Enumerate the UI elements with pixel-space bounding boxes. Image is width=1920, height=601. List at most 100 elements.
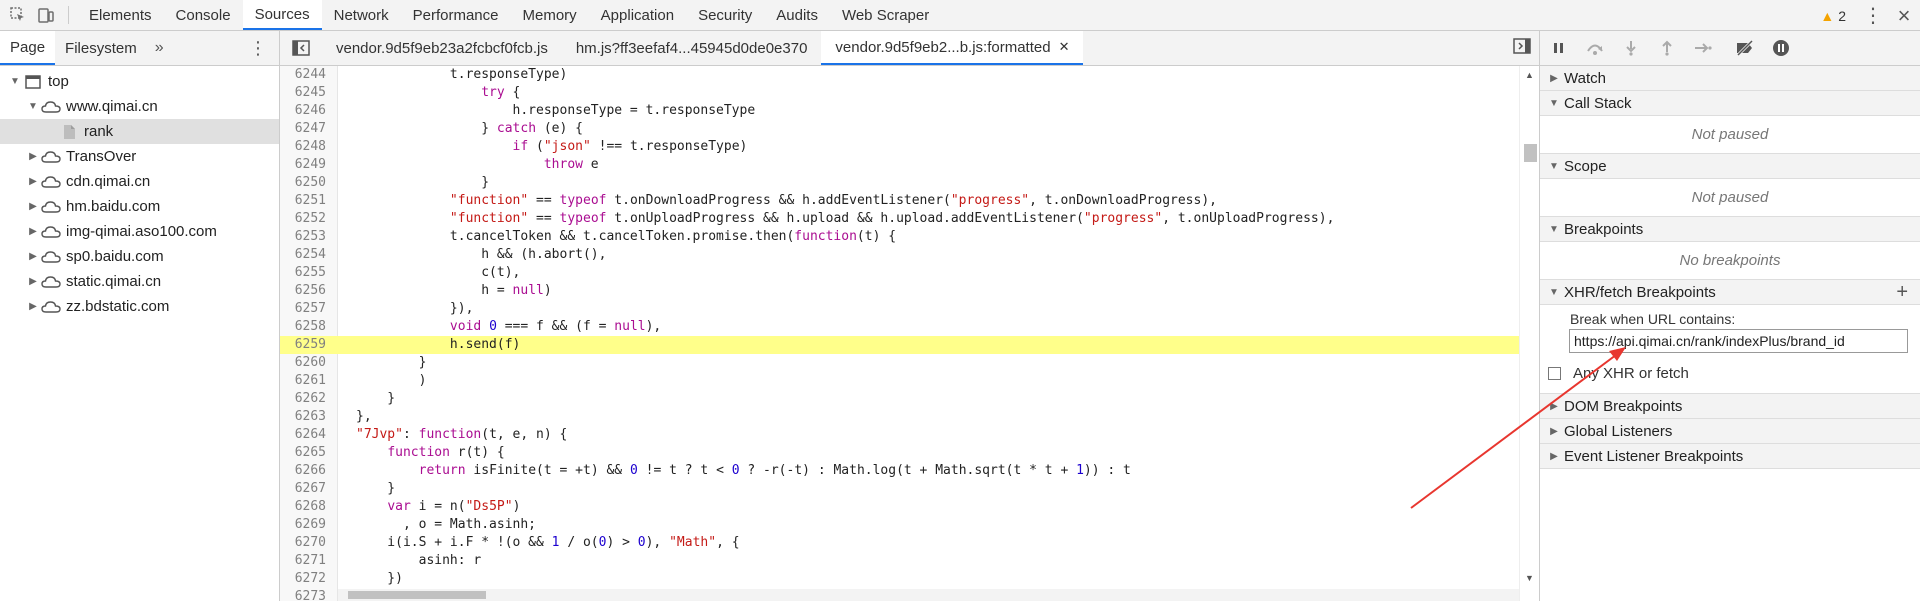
collapse-triangle-icon[interactable]: ▶ (26, 151, 40, 162)
editor-tab[interactable]: vendor.9d5f9eb23a2fcbcf0fcb.js (322, 31, 562, 65)
dom-breakpoints-section-header[interactable]: ▶ DOM Breakpoints (1540, 394, 1920, 419)
scope-section-header[interactable]: ▼ Scope (1540, 154, 1920, 179)
deactivate-breakpoints-icon[interactable] (1732, 35, 1758, 61)
event-listener-breakpoints-section-header[interactable]: ▶ Event Listener Breakpoints (1540, 444, 1920, 469)
step-into-icon[interactable] (1618, 35, 1644, 61)
line-number[interactable]: 6262 (280, 390, 332, 408)
any-xhr-checkbox[interactable] (1548, 366, 1561, 380)
tree-item[interactable]: ▶ img-qimai.aso100.com (0, 219, 279, 244)
line-number[interactable]: 6244 (280, 66, 332, 84)
tab-performance[interactable]: Performance (401, 0, 511, 30)
horizontal-scroll-thumb[interactable] (348, 591, 486, 599)
tab-console[interactable]: Console (164, 0, 243, 30)
collapse-triangle-icon[interactable]: ▶ (26, 201, 40, 212)
line-number[interactable]: 6266 (280, 462, 332, 480)
editor-tab-active[interactable]: vendor.9d5f9eb2...b.js:formatted ✕ (821, 31, 1084, 65)
line-number[interactable]: 6257 (280, 300, 332, 318)
editor-tab[interactable]: hm.js?ff3eefaf4...45945d0de0e370 (562, 31, 822, 65)
line-number[interactable]: 6260 (280, 354, 332, 372)
code-editor[interactable]: 6244 t.responseType) 6245 try {6246 h.res… (280, 66, 1539, 601)
tree-item[interactable]: ▶ cdn.qimai.cn (0, 169, 279, 194)
vertical-scrollbar[interactable]: ▲ ▼ (1519, 66, 1539, 601)
breakpoints-section-header[interactable]: ▼ Breakpoints (1540, 217, 1920, 242)
tree-item[interactable]: rank (0, 119, 279, 144)
line-number[interactable]: 6245 (280, 84, 332, 102)
more-options-icon[interactable]: ⋮ (1858, 6, 1888, 26)
line-number[interactable]: 6252 (280, 210, 332, 228)
tree-item[interactable]: ▶ hm.baidu.com (0, 194, 279, 219)
tab-network[interactable]: Network (322, 0, 401, 30)
line-number[interactable]: 6269 (280, 516, 332, 534)
device-toolbar-icon[interactable] (32, 0, 60, 30)
line-number[interactable]: 6258 (280, 318, 332, 336)
line-number[interactable]: 6270 (280, 534, 332, 552)
expand-triangle-icon[interactable]: ▼ (26, 101, 40, 112)
line-number[interactable]: 6265 (280, 444, 332, 462)
line-number[interactable]: 6256 (280, 282, 332, 300)
toggle-debugger-icon[interactable] (1513, 38, 1531, 58)
collapse-triangle-icon[interactable]: ▶ (26, 226, 40, 237)
line-number[interactable]: 6251 (280, 192, 332, 210)
line-number[interactable]: 6249 (280, 156, 332, 174)
step-icon[interactable] (1690, 35, 1716, 61)
pause-on-exceptions-icon[interactable] (1768, 35, 1794, 61)
close-tab-icon[interactable]: ✕ (1059, 39, 1070, 55)
collapse-triangle-icon[interactable]: ▶ (26, 251, 40, 262)
inspect-element-icon[interactable] (4, 0, 32, 30)
tab-audits[interactable]: Audits (764, 0, 830, 30)
tab-application[interactable]: Application (589, 0, 686, 30)
tree-item[interactable]: ▶ sp0.baidu.com (0, 244, 279, 269)
toggle-navigator-icon[interactable] (280, 31, 322, 65)
line-number[interactable]: 6247 (280, 120, 332, 138)
warnings-counter[interactable]: ▲ 2 (1820, 8, 1846, 24)
call-stack-section-header[interactable]: ▼ Call Stack (1540, 91, 1920, 116)
tab-page[interactable]: Page (0, 31, 56, 65)
line-number[interactable]: 6263 (280, 408, 332, 426)
tab-elements[interactable]: Elements (77, 0, 164, 30)
line-number[interactable]: 6253 (280, 228, 332, 246)
tab-memory[interactable]: Memory (511, 0, 589, 30)
line-number[interactable]: 6246 (280, 102, 332, 120)
line-number[interactable]: 6267 (280, 480, 332, 498)
step-over-icon[interactable] (1582, 35, 1608, 61)
tree-item[interactable]: ▼ top (0, 69, 279, 94)
line-number[interactable]: 6255 (280, 264, 332, 282)
line-number[interactable]: 6250 (280, 174, 332, 192)
scroll-thumb[interactable] (1524, 144, 1537, 162)
horizontal-scrollbar[interactable] (338, 589, 1519, 601)
collapse-triangle-icon[interactable]: ▶ (26, 176, 40, 187)
tree-item[interactable]: ▶ static.qimai.cn (0, 269, 279, 294)
line-number[interactable]: 6272 (280, 570, 332, 588)
tree-item[interactable]: ▶ TransOver (0, 144, 279, 169)
line-number[interactable]: 6264 (280, 426, 332, 444)
line-number[interactable]: 6268 (280, 498, 332, 516)
tab-security[interactable]: Security (686, 0, 764, 30)
watch-section-header[interactable]: ▶ Watch (1540, 66, 1920, 91)
xhr-url-input[interactable] (1569, 329, 1908, 353)
more-tabs-icon[interactable]: » (147, 31, 172, 65)
scroll-down-icon[interactable]: ▼ (1525, 573, 1534, 583)
line-number[interactable]: 6248 (280, 138, 332, 156)
line-number[interactable]: 6273 (280, 588, 332, 601)
xhr-breakpoints-section-header[interactable]: ▼ XHR/fetch Breakpoints + (1540, 280, 1920, 305)
add-xhr-breakpoint-icon[interactable]: + (1896, 281, 1908, 304)
any-xhr-row[interactable]: Any XHR or fetch (1540, 359, 1920, 387)
line-number[interactable]: 6259 (280, 336, 332, 354)
scroll-up-icon[interactable]: ▲ (1525, 70, 1534, 80)
line-number[interactable]: 6261 (280, 372, 332, 390)
pause-icon[interactable] (1546, 35, 1572, 61)
collapse-triangle-icon[interactable]: ▶ (26, 276, 40, 287)
close-devtools-icon[interactable]: × (1888, 3, 1920, 29)
tree-item[interactable]: ▶ zz.bdstatic.com (0, 294, 279, 319)
line-number[interactable]: 6271 (280, 552, 332, 570)
tab-web-scraper[interactable]: Web Scraper (830, 0, 941, 30)
expand-triangle-icon[interactable]: ▼ (8, 76, 22, 87)
tab-sources[interactable]: Sources (242, 0, 322, 30)
collapse-triangle-icon[interactable]: ▶ (26, 301, 40, 312)
line-number[interactable]: 6254 (280, 246, 332, 264)
navigator-menu-icon[interactable]: ⋮ (249, 39, 267, 57)
global-listeners-section-header[interactable]: ▶ Global Listeners (1540, 419, 1920, 444)
step-out-icon[interactable] (1654, 35, 1680, 61)
tab-filesystem[interactable]: Filesystem (55, 31, 147, 65)
tree-item[interactable]: ▼ www.qimai.cn (0, 94, 279, 119)
